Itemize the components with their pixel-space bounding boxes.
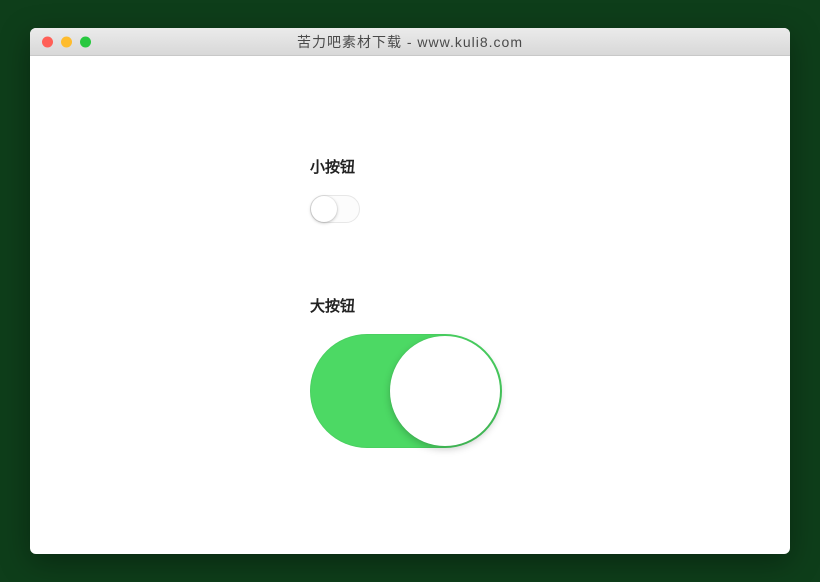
close-icon[interactable]: [42, 36, 53, 47]
large-toggle-knob: [390, 336, 500, 446]
titlebar: 苦力吧素材下载 - www.kuli8.com: [30, 28, 790, 56]
maximize-icon[interactable]: [80, 36, 91, 47]
small-toggle-label: 小按钮: [310, 156, 790, 177]
small-toggle-section: 小按钮: [310, 156, 790, 223]
minimize-icon[interactable]: [61, 36, 72, 47]
large-toggle-section: 大按钮: [310, 295, 790, 448]
large-toggle-label: 大按钮: [310, 295, 790, 316]
traffic-lights: [42, 36, 91, 47]
window-title: 苦力吧素材下载 - www.kuli8.com: [30, 32, 790, 52]
app-window: 苦力吧素材下载 - www.kuli8.com 小按钮 大按钮: [30, 28, 790, 554]
small-toggle-knob: [311, 196, 337, 222]
large-toggle[interactable]: [310, 334, 502, 448]
small-toggle[interactable]: [310, 195, 360, 223]
content-area: 小按钮 大按钮: [30, 56, 790, 554]
